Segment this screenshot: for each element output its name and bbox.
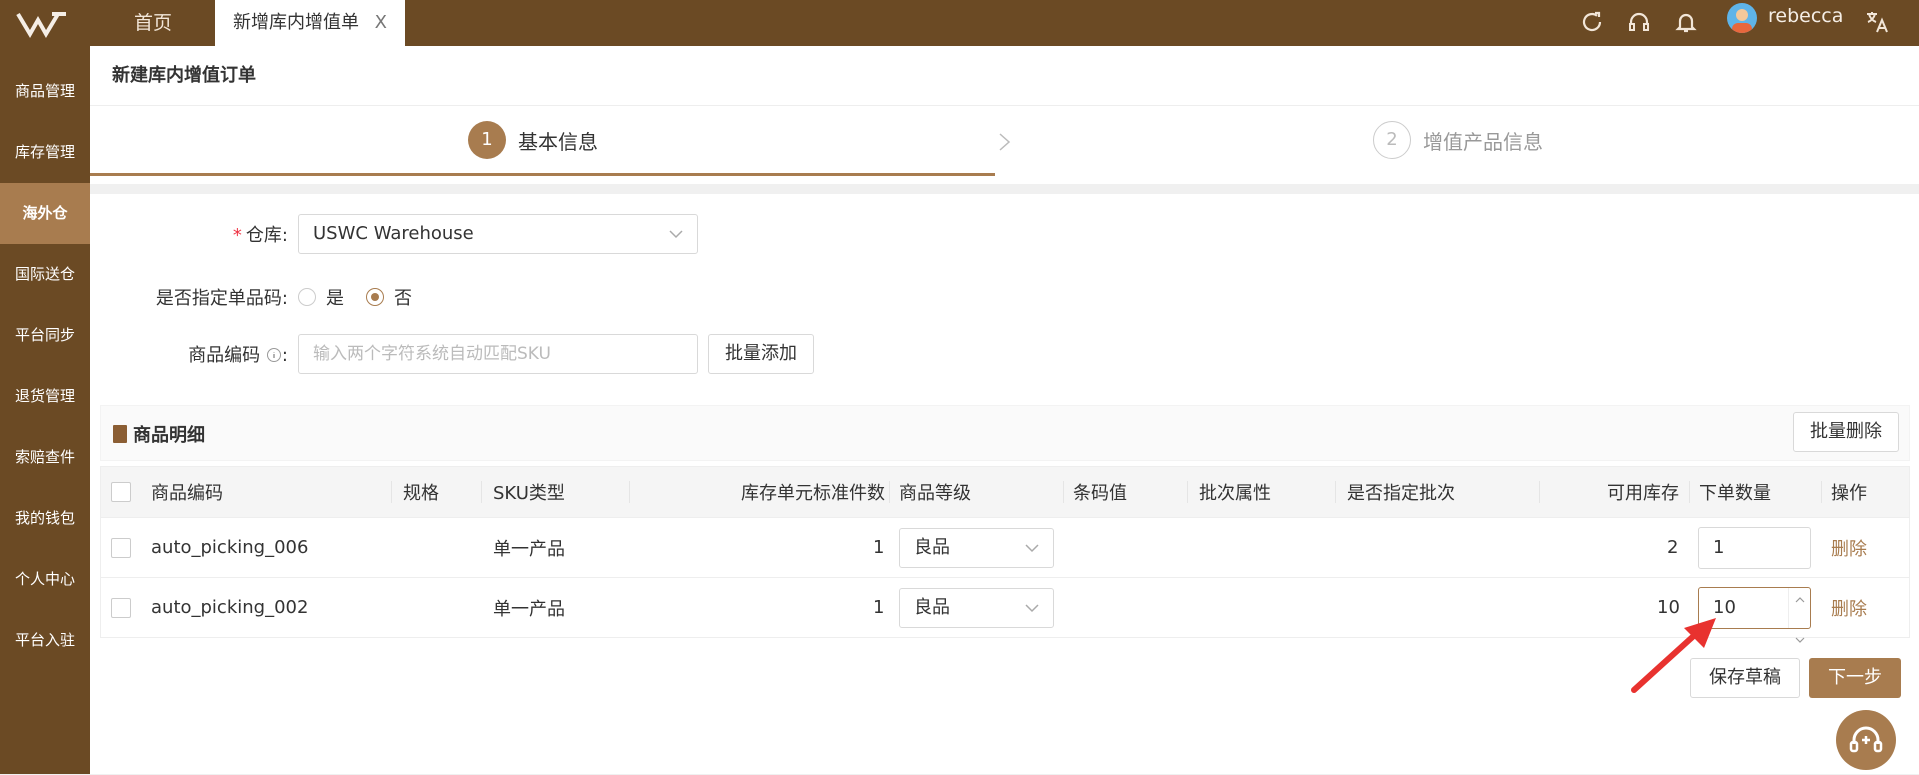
bulk-delete-button[interactable]: 批量删除	[1793, 412, 1899, 452]
select-all-checkbox[interactable]	[111, 482, 131, 502]
col-std-units: 库存单元标准件数	[741, 483, 885, 504]
col-code: 商品编码	[151, 483, 223, 504]
radio-yes[interactable]	[298, 288, 316, 306]
save-draft-button[interactable]: 保存草稿	[1690, 658, 1800, 698]
qty-input[interactable]: 1	[1698, 526, 1811, 569]
table-row: auto_picking_006 单一产品 1 良品 2 1 删除	[101, 517, 1909, 577]
step-number: 2	[1373, 121, 1411, 159]
warehouse-select[interactable]: USWC Warehouse	[298, 214, 698, 254]
chevron-right-icon	[999, 133, 1011, 151]
sidebar-item-claims[interactable]: 索赔查件	[0, 427, 90, 488]
warehouse-row: * 仓库: USWC Warehouse	[90, 214, 698, 254]
detail-title: 商品明细	[133, 425, 205, 446]
customer-service-button[interactable]	[1836, 710, 1896, 770]
delete-link[interactable]: 删除	[1831, 595, 1867, 621]
headset-icon[interactable]	[1625, 8, 1653, 36]
sku-label: 商品编码	[188, 345, 261, 366]
logo-icon[interactable]	[16, 8, 70, 40]
info-icon[interactable]	[266, 347, 282, 363]
cell-code: auto_picking_002	[151, 597, 309, 618]
sidebar-item-profile[interactable]: 个人中心	[0, 549, 90, 610]
sidebar-item-wallet[interactable]: 我的钱包	[0, 488, 90, 549]
sidebar: 商品管理 库存管理 海外仓 国际送仓 平台同步 退货管理 索赔查件 我的钱包 个…	[0, 46, 90, 774]
stepper-controls[interactable]	[1788, 587, 1810, 643]
required-mark: *	[232, 225, 242, 246]
cell-code: auto_picking_006	[151, 537, 309, 558]
step-basic-info[interactable]: 1 基本信息	[468, 120, 598, 160]
sku-input[interactable]: 输入两个字符系统自动匹配SKU	[298, 334, 698, 374]
username[interactable]: rebecca	[1768, 5, 1843, 27]
cell-sku-type: 单一产品	[493, 598, 565, 620]
step-label: 基本信息	[518, 129, 598, 154]
chevron-down-icon	[1025, 603, 1039, 612]
divider	[90, 184, 1919, 194]
headset-icon	[1849, 726, 1883, 753]
tab-home[interactable]: 首页	[100, 0, 206, 46]
radio-no-label[interactable]: 否	[394, 284, 412, 310]
col-specify-batch: 是否指定批次	[1347, 483, 1455, 504]
grade-value: 良品	[914, 536, 950, 558]
detail-header: 商品明细 批量删除	[100, 405, 1910, 461]
tab-label: 新增库内增值单	[233, 12, 359, 33]
next-button[interactable]: 下一步	[1809, 658, 1901, 698]
book-icon	[113, 425, 127, 443]
row-checkbox[interactable]	[111, 537, 131, 558]
sidebar-item-product[interactable]: 商品管理	[0, 61, 90, 122]
product-table: 商品编码 规格 SKU类型 库存单元标准件数 商品等级 条码值 批次属性 是否指…	[100, 466, 1910, 643]
delete-link[interactable]: 删除	[1831, 535, 1867, 561]
col-available: 可用库存	[1607, 483, 1679, 504]
cell-std-units: 1	[873, 537, 885, 558]
top-bar: 首页 新增库内增值单 X rebecca	[0, 0, 1919, 46]
tab-new-value-added-order[interactable]: 新增库内增值单 X	[215, 0, 405, 46]
col-barcode: 条码值	[1073, 483, 1127, 504]
user-avatar[interactable]	[1727, 3, 1757, 33]
chevron-down-icon[interactable]	[1794, 632, 1806, 650]
radio-no[interactable]	[366, 288, 384, 306]
bell-icon[interactable]	[1672, 8, 1700, 36]
sku-row: 商品编码 : 输入两个字符系统自动匹配SKU 批量添加	[90, 334, 814, 374]
page-title: 新建库内增值订单	[90, 46, 1919, 106]
col-op: 操作	[1831, 483, 1867, 504]
table-header: 商品编码 规格 SKU类型 库存单元标准件数 商品等级 条码值 批次属性 是否指…	[101, 467, 1909, 517]
col-spec: 规格	[403, 483, 439, 504]
cell-sku-type: 单一产品	[493, 538, 565, 560]
step-number: 1	[468, 121, 506, 159]
sidebar-item-platform-sync[interactable]: 平台同步	[0, 305, 90, 366]
warehouse-label: 仓库:	[245, 225, 288, 246]
sidebar-item-inventory[interactable]: 库存管理	[0, 122, 90, 183]
cell-std-units: 1	[873, 597, 885, 618]
col-sku-type: SKU类型	[493, 483, 565, 504]
grade-select[interactable]: 良品	[899, 587, 1054, 628]
sidebar-item-platform-join[interactable]: 平台入驻	[0, 610, 90, 671]
step-label: 增值产品信息	[1423, 129, 1543, 154]
step-product-info[interactable]: 2 增值产品信息	[1373, 120, 1543, 160]
close-tab-icon[interactable]: X	[375, 0, 387, 46]
row-checkbox[interactable]	[111, 597, 131, 618]
grade-value: 良品	[914, 596, 950, 618]
cell-available: 2	[1667, 537, 1679, 558]
col-qty: 下单数量	[1699, 483, 1771, 504]
refresh-icon[interactable]	[1578, 8, 1606, 36]
chevron-up-icon[interactable]	[1794, 590, 1806, 610]
grade-select[interactable]: 良品	[899, 527, 1054, 568]
sidebar-item-returns[interactable]: 退货管理	[0, 366, 90, 427]
col-grade: 商品等级	[899, 483, 971, 504]
translate-icon[interactable]	[1863, 8, 1891, 36]
sidebar-item-overseas-warehouse[interactable]: 海外仓	[0, 183, 90, 244]
specify-label: 是否指定单品码:	[155, 288, 288, 309]
chevron-down-icon	[669, 230, 683, 239]
chevron-down-icon	[1025, 543, 1039, 552]
radio-yes-label[interactable]: 是	[326, 284, 344, 310]
sidebar-item-international[interactable]: 国际送仓	[0, 244, 90, 305]
warehouse-value: USWC Warehouse	[313, 223, 474, 244]
specify-code-row: 是否指定单品码: 是 否	[90, 284, 434, 310]
col-batch-attr: 批次属性	[1199, 483, 1271, 504]
bulk-add-button[interactable]: 批量添加	[708, 334, 814, 374]
step-progress-bar	[90, 173, 995, 176]
